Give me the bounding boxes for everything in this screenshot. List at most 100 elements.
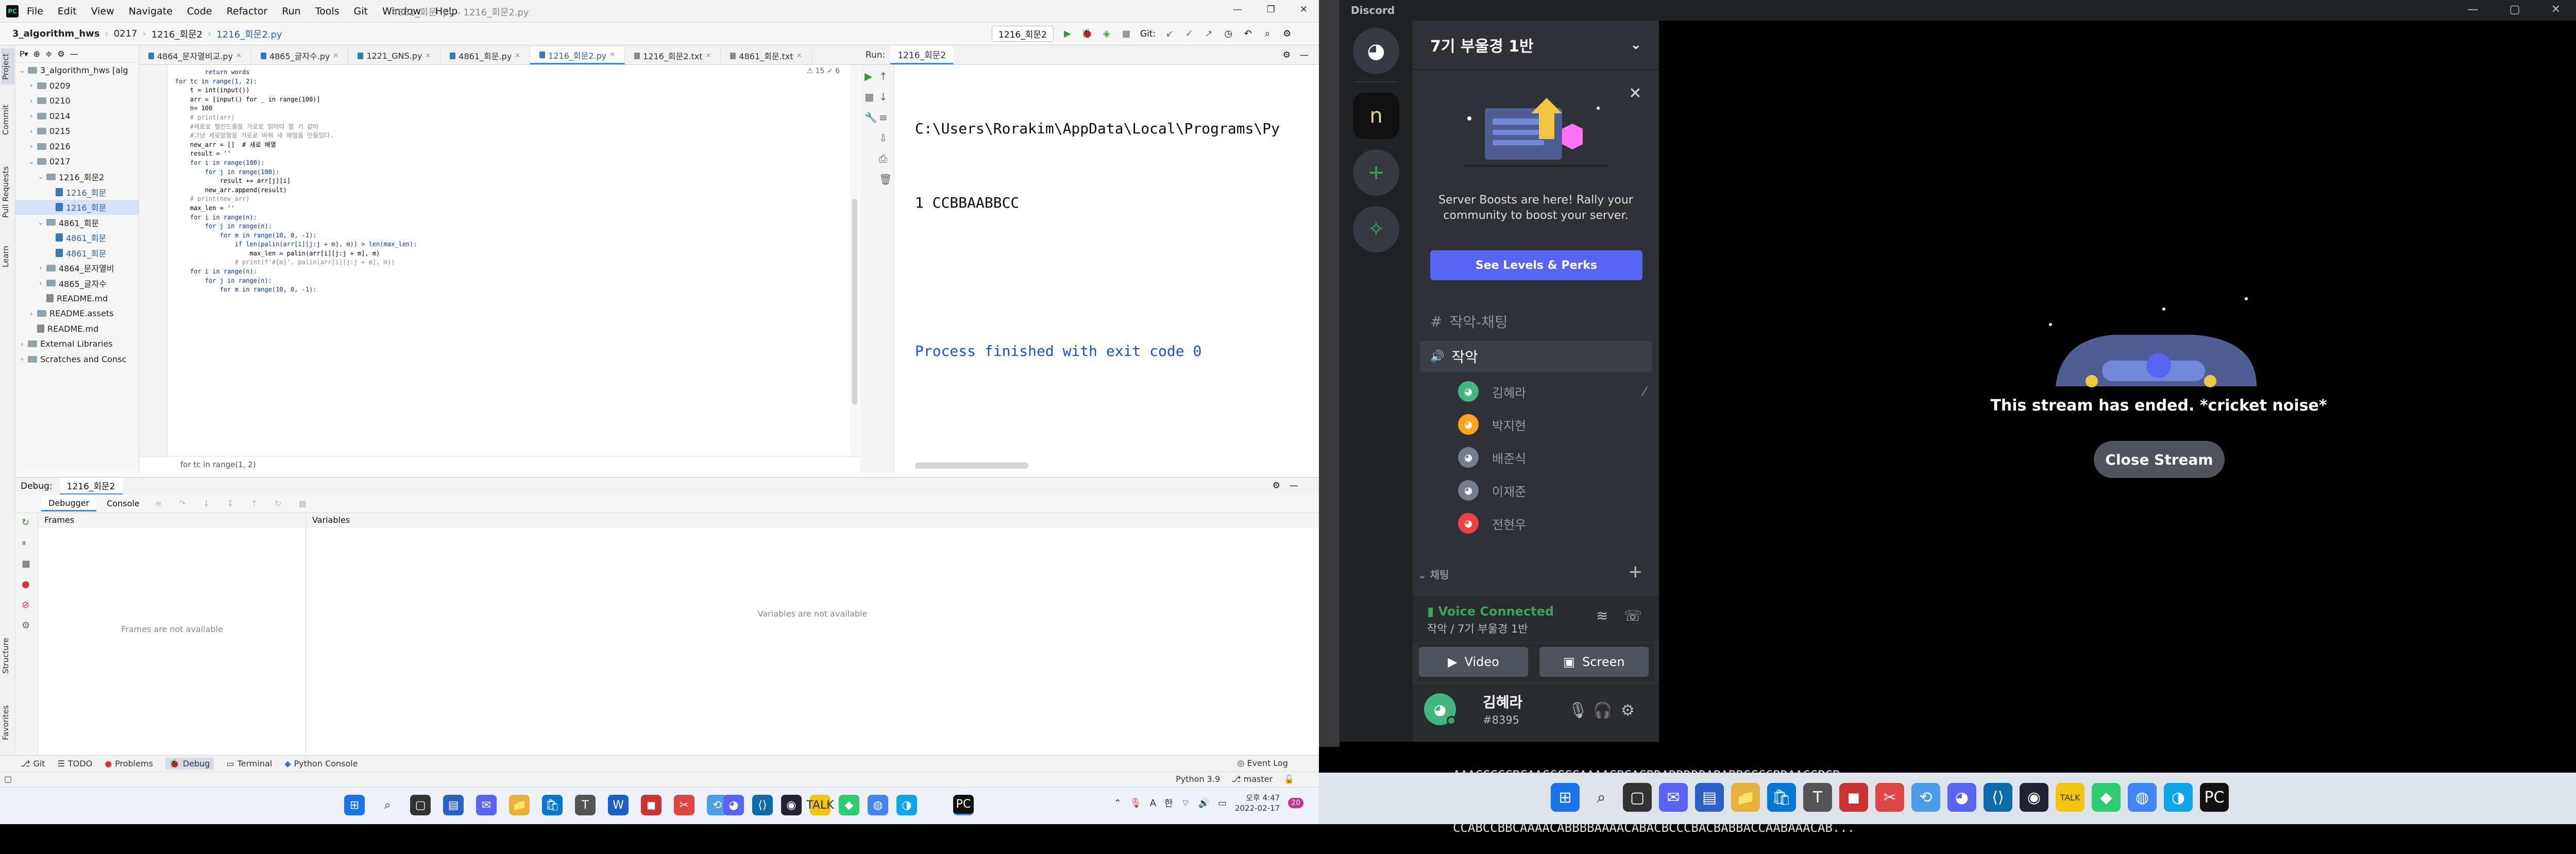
channel-text-chat[interactable]: # 작악-채팅: [1420, 306, 1652, 337]
widgets-icon[interactable]: ▤: [443, 795, 464, 815]
add-server-icon[interactable]: +: [1353, 149, 1399, 196]
windows-start-icon[interactable]: ⊞: [344, 795, 365, 815]
tree-item[interactable]: › 0209: [15, 78, 139, 94]
chevron-right-icon[interactable]: ›: [19, 340, 26, 348]
snip-icon[interactable]: ✂: [1875, 783, 1904, 812]
maximize-icon[interactable]: ▢: [2510, 3, 2520, 16]
file-explorer-icon[interactable]: 📁: [1731, 783, 1760, 812]
close-tab-icon[interactable]: ✕: [515, 52, 520, 60]
soft-wrap-icon[interactable]: ≡: [879, 111, 888, 124]
typora-icon[interactable]: T: [1803, 783, 1832, 812]
voice-user[interactable]: ◕ 김혜라 ⁄: [1458, 376, 1654, 407]
discord-home-icon[interactable]: ◕: [1353, 28, 1399, 74]
stop-icon[interactable]: ■: [22, 558, 30, 569]
scroll-thumb[interactable]: [852, 199, 857, 405]
git-push-icon[interactable]: ↗: [1203, 28, 1214, 40]
zoom-icon[interactable]: ◑: [896, 795, 917, 815]
maximize-icon[interactable]: ❐: [1267, 4, 1275, 15]
settings-icon[interactable]: ⚙: [1281, 28, 1293, 40]
disconnect-icon[interactable]: ☏: [1624, 607, 1642, 624]
gear-icon[interactable]: ⚙: [1273, 481, 1280, 491]
menu-git[interactable]: Git: [348, 6, 374, 17]
stripe-learn[interactable]: Learn: [1, 241, 14, 272]
gear-icon[interactable]: ⚙: [57, 49, 64, 59]
stop-icon[interactable]: ■: [865, 91, 874, 103]
video-button[interactable]: ▶ Video: [1419, 647, 1528, 677]
teams-chat-icon[interactable]: ✉: [1659, 783, 1688, 812]
clock[interactable]: 오후 4:47 2022-02-17: [1235, 793, 1280, 813]
typora-icon[interactable]: T: [575, 795, 596, 815]
close-tab-icon[interactable]: ✕: [609, 51, 615, 59]
noise-suppression-icon[interactable]: ≋: [1596, 607, 1608, 624]
gear-icon[interactable]: ⚙: [1621, 702, 1635, 720]
tree-item[interactable]: › README.assets: [15, 306, 139, 321]
rollback-icon[interactable]: ↶: [1242, 28, 1253, 40]
tree-item[interactable]: › 0215: [15, 124, 139, 139]
run-config-select[interactable]: 1216_회문2: [992, 26, 1054, 42]
run-tab[interactable]: 1216_회문2: [890, 45, 954, 64]
chevron-down-icon[interactable]: ⌄: [37, 219, 44, 226]
lock-icon[interactable]: 🔓: [1284, 774, 1294, 784]
file-explorer-icon[interactable]: 📁: [509, 795, 530, 815]
chevron-right-icon[interactable]: ›: [28, 128, 35, 135]
locate-icon[interactable]: ⊕: [33, 49, 40, 59]
server-header[interactable]: 7기 부울경 1반 ⌄: [1413, 21, 1659, 70]
search-icon[interactable]: ⌕: [1587, 783, 1616, 812]
step-controls[interactable]: ≡ ↷ ↓ ↧ ↑ ↻ ▦: [155, 499, 314, 508]
tree-item[interactable]: 1216_회문: [15, 184, 139, 200]
voice-user[interactable]: ◕ 이재준: [1458, 475, 1654, 506]
git-branch[interactable]: ⎇ master: [1231, 774, 1273, 784]
close-icon[interactable]: ✕: [1300, 4, 1308, 15]
chevron-right-icon[interactable]: ›: [28, 310, 35, 317]
tree-item[interactable]: ⌄ 3_algorithm_hws [alg: [15, 63, 139, 78]
search-icon[interactable]: ⌕: [1262, 28, 1273, 40]
tree-item[interactable]: ⌄ 1216_회문2: [15, 169, 139, 185]
editor-tab[interactable]: 1216_회문2.py ✕: [530, 47, 625, 64]
editor-tab[interactable]: 4864_문자열비교.py ✕: [139, 47, 251, 64]
headphones-icon[interactable]: 🎧: [1593, 702, 1612, 720]
voice-location[interactable]: 작악 / 7기 부울경 1반: [1427, 621, 1528, 636]
add-channel-icon[interactable]: +: [1628, 561, 1643, 582]
stripe-pull-requests[interactable]: Pull Requests: [1, 159, 14, 226]
tree-item[interactable]: › External Libraries: [15, 336, 139, 352]
git-commit-icon[interactable]: ✓: [1183, 28, 1195, 40]
run-icon[interactable]: ▶: [1062, 28, 1073, 40]
scroll-down-icon[interactable]: ↓: [879, 91, 888, 103]
close-tab-icon[interactable]: ✕: [796, 52, 802, 60]
stripe-commit[interactable]: Commit: [1, 102, 14, 138]
store-icon[interactable]: 🛍: [542, 795, 563, 815]
microphone-icon[interactable]: 🎙: [1130, 798, 1142, 809]
stop-icon[interactable]: ■: [1121, 28, 1132, 40]
editor-tab[interactable]: 1221_GNS.py ✕: [348, 47, 441, 64]
search-icon[interactable]: ⌕: [377, 795, 398, 815]
minimize-icon[interactable]: —: [1233, 4, 1242, 15]
code-text[interactable]: return words for tc in range(1, 2): t = i…: [175, 68, 417, 295]
close-tab-icon[interactable]: ✕: [706, 52, 711, 60]
editor-tab[interactable]: 4861_회문.py ✕: [440, 47, 531, 64]
windows-start-icon[interactable]: ⊞: [1551, 783, 1580, 812]
voice-user[interactable]: ◕ 박지현: [1458, 409, 1654, 440]
git-update-icon[interactable]: ↙: [1164, 28, 1175, 40]
stripe-structure[interactable]: Structure: [1, 633, 14, 679]
editor-breadcrumb[interactable]: for tc in range(1, 2): [139, 456, 860, 472]
voice-connected[interactable]: ▮ Voice Connected: [1427, 604, 1554, 619]
discord-icon[interactable]: ◕: [723, 795, 744, 815]
tab-debugger[interactable]: Debugger: [41, 496, 97, 511]
scroll-to-end-icon[interactable]: ⇩: [879, 132, 888, 144]
channel-voice[interactable]: 🔊 작악: [1420, 341, 1652, 372]
breadcrumb-subfolder[interactable]: 1216_회문2: [146, 27, 208, 41]
speaker-icon[interactable]: 🔊: [1198, 798, 1210, 809]
screen-share-button[interactable]: ▣ Screen: [1539, 647, 1649, 677]
hide-icon[interactable]: —: [1300, 50, 1309, 60]
app-icon[interactable]: ◼: [641, 795, 662, 815]
battery-icon[interactable]: ▭: [1218, 798, 1227, 809]
obs-icon[interactable]: ◉: [781, 795, 802, 815]
menu-run[interactable]: Run: [276, 6, 307, 17]
bottom-tab-todo[interactable]: ☰ TODO: [58, 759, 93, 768]
hide-icon[interactable]: —: [1290, 481, 1298, 491]
notification-badge[interactable]: 20: [1288, 798, 1303, 808]
history-icon[interactable]: ◷: [1223, 28, 1234, 40]
tree-item[interactable]: › 4865_글자수: [15, 276, 139, 291]
chevron-down-icon[interactable]: ⌄: [28, 158, 35, 165]
snip-icon[interactable]: ✂: [674, 795, 694, 815]
